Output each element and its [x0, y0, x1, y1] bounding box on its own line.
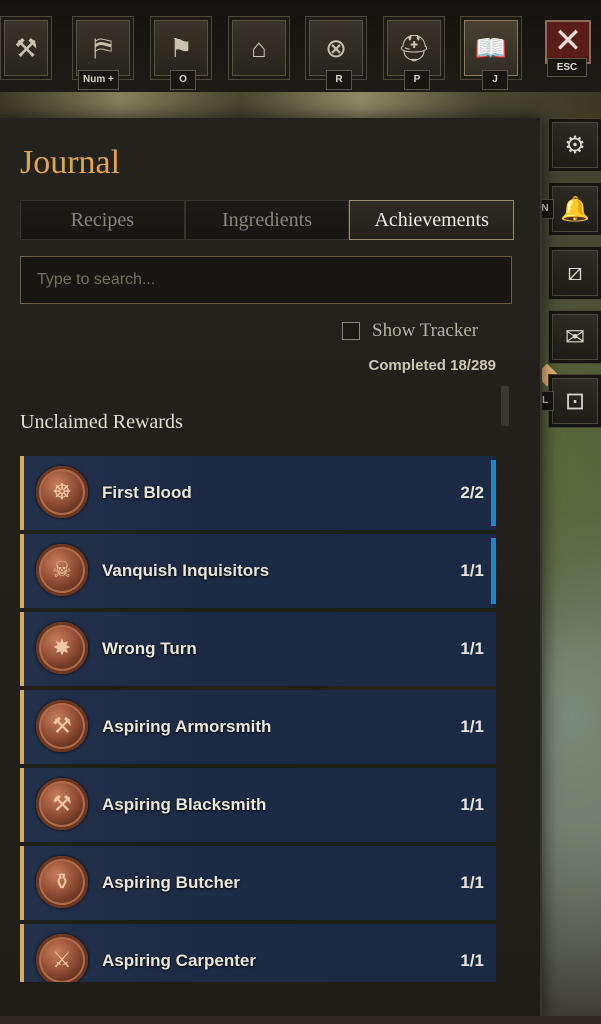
- compass-icon: ⊗: [325, 32, 347, 63]
- notifications-button[interactable]: 🔔: [548, 182, 601, 236]
- show-tracker-checkbox[interactable]: [342, 322, 360, 340]
- journal-tabs: Recipes Ingredients Achievements: [20, 200, 515, 240]
- tab-recipes[interactable]: Recipes: [20, 200, 185, 240]
- skull-medal-icon: ☠: [36, 544, 88, 596]
- show-tracker-toggle[interactable]: Show Tracker: [342, 320, 478, 342]
- book-icon: 📖: [474, 32, 508, 63]
- page-title: Journal: [20, 144, 121, 181]
- map-hotkey: Num +: [78, 70, 119, 90]
- achievement-name: Aspiring Carpenter: [102, 951, 256, 970]
- antlers-medal-icon: ☸: [36, 466, 88, 518]
- achievement-count: 2/2: [460, 483, 484, 502]
- achievement-row[interactable]: ⚒ Aspiring Blacksmith 1/1: [20, 768, 496, 842]
- storage-button[interactable]: ⊡: [548, 374, 601, 428]
- search-box: [20, 256, 512, 304]
- banner-icon: ⚑: [169, 32, 193, 63]
- tools-medal-icon: ⚔: [36, 934, 88, 982]
- achievement-count: 1/1: [460, 951, 484, 970]
- new-marker: [491, 538, 496, 604]
- achievement-name: Wrong Turn: [102, 639, 197, 658]
- achievement-row[interactable]: ☠ Vanquish Inquisitors 1/1: [20, 534, 496, 608]
- mail-button[interactable]: ✉: [548, 310, 601, 364]
- achievement-row[interactable]: ⚔ Aspiring Carpenter 1/1: [20, 924, 496, 982]
- journal-hotkey: J: [482, 70, 508, 90]
- section-title: Unclaimed Rewards: [20, 411, 183, 433]
- pot-medal-icon: ⚱: [36, 856, 88, 908]
- achievement-name: Vanquish Inquisitors: [102, 561, 270, 580]
- achievement-count: 1/1: [460, 561, 484, 580]
- anvil-medal-icon: ⚒: [36, 778, 88, 830]
- tab-achievements[interactable]: Achievements: [349, 200, 515, 240]
- close-hotkey: ESC: [547, 58, 587, 77]
- achievement-name: Aspiring Armorsmith: [102, 717, 272, 736]
- achievement-name: Aspiring Blacksmith: [102, 795, 267, 814]
- settings-button[interactable]: ⚙: [548, 118, 601, 172]
- achievement-list: ☸ First Blood 2/2 ☠ Vanquish Inquisitors…: [20, 456, 496, 982]
- achievement-count: 1/1: [460, 795, 484, 814]
- top-menu-bar: ⚒ ⛿ Num + ⚑ O ⌂ ⊗ R ⛑ P 📖 J ✕ ESC: [0, 0, 601, 92]
- gear-icon: ⚙: [564, 131, 586, 159]
- bell-icon: 🔔: [560, 195, 590, 223]
- hammer-icon: ⚒: [14, 32, 38, 63]
- achievement-row[interactable]: ⚒ Aspiring Armorsmith 1/1: [20, 690, 496, 764]
- achievement-count: 1/1: [460, 639, 484, 658]
- helmet-icon: ⛑: [397, 32, 431, 63]
- mail-icon: ✉: [564, 323, 586, 351]
- bottom-border: [0, 1016, 601, 1024]
- achievement-row[interactable]: ☸ First Blood 2/2: [20, 456, 496, 530]
- show-tracker-label: Show Tracker: [372, 320, 479, 341]
- journal-panel: Journal Recipes Ingredients Achievements…: [0, 118, 542, 1018]
- search-input[interactable]: [21, 257, 511, 303]
- game-world-strip: [0, 90, 601, 118]
- achievement-count: 1/1: [460, 717, 484, 736]
- tab-ingredients[interactable]: Ingredients: [184, 200, 350, 240]
- scrollbar-thumb[interactable]: [501, 386, 509, 426]
- chest-icon: ⊡: [564, 387, 586, 415]
- anvil-medal-icon: ⚒: [36, 700, 88, 752]
- star-compass-medal-icon: ✸: [36, 622, 88, 674]
- map-icon: ⛿: [93, 32, 113, 62]
- skills-hotkey: R: [326, 70, 352, 90]
- market-stall-icon: ⌂: [251, 32, 267, 63]
- achievement-count: 1/1: [460, 873, 484, 892]
- crafting-button[interactable]: ⚒: [0, 16, 52, 80]
- basket-button[interactable]: ⧄: [548, 246, 601, 300]
- basket-icon: ⧄: [567, 259, 583, 286]
- new-marker: [491, 460, 496, 526]
- close-icon: ✕: [553, 22, 583, 60]
- completed-count: Completed 18/289: [368, 357, 496, 374]
- achievement-name: Aspiring Butcher: [102, 873, 240, 892]
- achievement-row[interactable]: ⚱ Aspiring Butcher 1/1: [20, 846, 496, 920]
- character-hotkey: P: [404, 70, 430, 90]
- market-button[interactable]: ⌂: [228, 16, 290, 80]
- achievement-row[interactable]: ✸ Wrong Turn 1/1: [20, 612, 496, 686]
- achievement-name: First Blood: [102, 483, 192, 502]
- faction-hotkey: O: [170, 70, 196, 90]
